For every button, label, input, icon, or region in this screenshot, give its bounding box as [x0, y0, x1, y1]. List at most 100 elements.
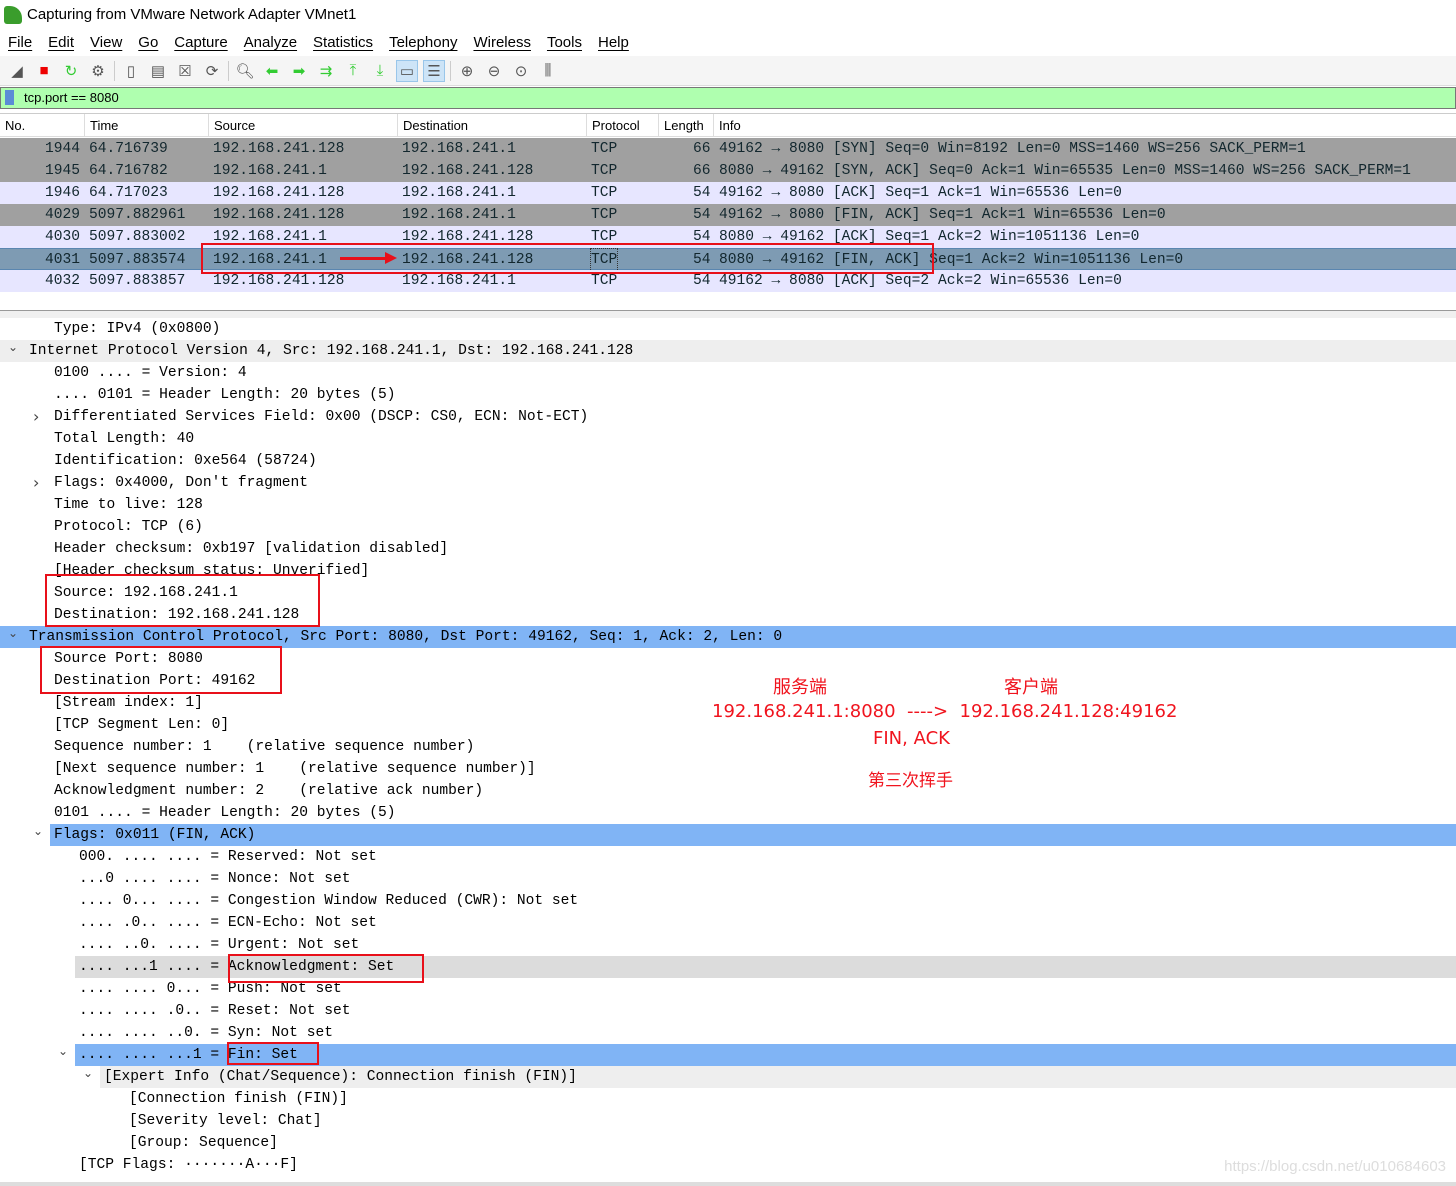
detail-row[interactable]: ⌄ Transmission Control Protocol, Src Port…: [0, 626, 1456, 648]
chevron-down-icon[interactable]: ⌄: [83, 1062, 93, 1084]
column-header-time[interactable]: Time: [84, 114, 118, 137]
horizontal-scrollbar[interactable]: [0, 1182, 1456, 1186]
column-header-info[interactable]: Info: [713, 114, 741, 137]
annotation-box-ports: [40, 646, 282, 694]
arrow-head-icon: [385, 252, 397, 264]
menu-file[interactable]: File: [0, 31, 40, 55]
cell-no: 1945: [45, 163, 81, 179]
last-packet-icon[interactable]: ⤓: [369, 60, 391, 82]
detail-row: ...0 .... .... = Nonce: Not set: [0, 868, 1456, 890]
find-icon[interactable]: 🔍︎: [234, 60, 256, 82]
detail-text: Flags: 0x4000, Don't fragment: [54, 475, 308, 491]
menu-wireless[interactable]: Wireless: [465, 31, 539, 55]
cell-no: 1946: [45, 185, 81, 201]
packet-row[interactable]: 1946 64.717023 192.168.241.128 192.168.241.…: [0, 182, 1456, 204]
go-to-packet-icon[interactable]: ⇉: [315, 60, 337, 82]
detail-text: [Next sequence number: 1 (relative seque…: [54, 761, 536, 777]
cell-dst: 192.168.241.1: [402, 207, 516, 223]
packet-list-header: No. Time Source Destination Protocol Length In…: [0, 113, 1456, 137]
detail-text: [TCP Flags: ·······A···F]: [79, 1157, 298, 1173]
detail-row: Sequence number: 1 (relative sequence nu…: [0, 736, 1456, 758]
detail-row: .... .... 0... = Push: Not set: [0, 978, 1456, 1000]
detail-row[interactable]: ⌄ Flags: 0x011 (FIN, ACK): [33, 824, 1456, 846]
detail-row: Header checksum: 0xb197 [validation disa…: [0, 538, 1456, 560]
detail-row[interactable]: › Flags: 0x4000, Don't fragment: [0, 472, 1456, 494]
detail-row: [Severity level: Chat]: [0, 1110, 1456, 1132]
column-header-protocol[interactable]: Protocol: [586, 114, 640, 137]
cell-info: 49162 → 8080 [SYN] Seq=0 Win=8192 Len=0 …: [719, 141, 1306, 157]
cell-proto: TCP: [591, 207, 618, 223]
colorize-icon[interactable]: ☰: [423, 59, 445, 82]
cell-proto: TCP: [591, 185, 618, 201]
menu-capture[interactable]: Capture: [166, 31, 235, 55]
packet-row[interactable]: 4029 5097.882961 192.168.241.128 192.168.24…: [0, 204, 1456, 226]
detail-text: Protocol: TCP (6): [54, 519, 203, 535]
cell-no: 4031: [45, 252, 81, 268]
annotation-box-ack: [228, 954, 424, 983]
cell-no: 1944: [45, 141, 81, 157]
cell-src: 192.168.241.1: [213, 163, 327, 179]
save-icon[interactable]: ▤: [147, 60, 169, 82]
shark-fin-icon[interactable]: ◢: [6, 60, 28, 82]
annotation-flow: 192.168.241.1:8080 ----> 192.168.241.128…: [712, 701, 1178, 722]
pane-splitter[interactable]: [0, 310, 1456, 318]
detail-row[interactable]: ⌄ Internet Protocol Version 4, Src: 192.1…: [0, 340, 1456, 362]
cell-len: 54: [693, 185, 711, 201]
detail-text: Type: IPv4 (0x0800): [54, 321, 221, 337]
column-header-no[interactable]: No.: [0, 114, 25, 137]
stop-icon[interactable]: ■: [33, 60, 55, 82]
menu-analyze[interactable]: Analyze: [236, 31, 305, 55]
cell-dst: 192.168.241.1: [402, 185, 516, 201]
resize-columns-icon[interactable]: ⫼: [537, 60, 559, 82]
zoom-reset-icon[interactable]: ⊙: [510, 60, 532, 82]
autoscroll-icon[interactable]: ▭: [396, 59, 418, 82]
back-arrow-icon[interactable]: ⬅: [261, 60, 283, 82]
chevron-down-icon[interactable]: ⌄: [58, 1040, 68, 1062]
detail-row[interactable]: › Differentiated Services Field: 0x00 (DS…: [0, 406, 1456, 428]
options-gear-icon[interactable]: ⚙: [87, 60, 109, 82]
detail-row: Identification: 0xe564 (58724): [0, 450, 1456, 472]
cell-time: 5097.882961: [89, 207, 186, 223]
packet-row[interactable]: 1945 64.716782 192.168.241.1 192.168.241.12…: [0, 160, 1456, 182]
detail-text: .... 0101 = Header Length: 20 bytes (5): [54, 387, 396, 403]
forward-arrow-icon[interactable]: ➡: [288, 60, 310, 82]
detail-row[interactable]: ⌄ [Expert Info (Chat/Sequence): Connectio…: [83, 1066, 1456, 1088]
menu-telephony[interactable]: Telephony: [381, 31, 465, 55]
detail-row: .... 0101 = Header Length: 20 bytes (5): [0, 384, 1456, 406]
chevron-down-icon[interactable]: ⌄: [8, 336, 18, 358]
detail-text: Identification: 0xe564 (58724): [54, 453, 317, 469]
detail-row: Protocol: TCP (6): [0, 516, 1456, 538]
menu-tools[interactable]: Tools: [539, 31, 590, 55]
reload-icon[interactable]: ⟳: [201, 60, 223, 82]
detail-row: .... ..0. .... = Urgent: Not set: [0, 934, 1456, 956]
column-header-source[interactable]: Source: [208, 114, 255, 137]
chevron-right-icon[interactable]: ›: [33, 406, 39, 428]
column-header-length[interactable]: Length: [658, 114, 704, 137]
zoom-in-icon[interactable]: ⊕: [456, 60, 478, 82]
menu-view[interactable]: View: [82, 31, 130, 55]
zoom-out-icon[interactable]: ⊖: [483, 60, 505, 82]
first-packet-icon[interactable]: ⤒: [342, 60, 364, 82]
chevron-right-icon[interactable]: ›: [33, 472, 39, 494]
chevron-down-icon[interactable]: ⌄: [33, 820, 43, 842]
menu-statistics[interactable]: Statistics: [305, 31, 381, 55]
detail-row: Type: IPv4 (0x0800): [0, 318, 1456, 340]
column-header-destination[interactable]: Destination: [397, 114, 468, 137]
chevron-down-icon[interactable]: ⌄: [8, 622, 18, 644]
detail-text: 000. .... .... = Reserved: Not set: [79, 849, 377, 865]
detail-text: .... 0... .... = Congestion Window Reduc…: [79, 893, 579, 909]
detail-text: 0101 .... = Header Length: 20 bytes (5): [54, 805, 396, 821]
open-file-icon[interactable]: ▯: [120, 60, 142, 82]
packet-row[interactable]: 1944 64.716739 192.168.241.128 192.168.241.…: [0, 138, 1456, 160]
detail-row: Acknowledgment number: 2 (relative ack n…: [0, 780, 1456, 802]
menu-go[interactable]: Go: [130, 31, 166, 55]
filter-bookmark-icon[interactable]: [5, 90, 14, 105]
annotation-flags: FIN, ACK: [873, 728, 950, 749]
restart-icon[interactable]: ↻: [60, 60, 82, 82]
cell-dst: 192.168.241.1: [402, 141, 516, 157]
detail-row: 0100 .... = Version: 4: [0, 362, 1456, 384]
display-filter-input[interactable]: tcp.port == 8080: [0, 87, 1456, 109]
menu-help[interactable]: Help: [590, 31, 637, 55]
menu-edit[interactable]: Edit: [40, 31, 82, 55]
close-file-icon[interactable]: ☒: [174, 60, 196, 82]
